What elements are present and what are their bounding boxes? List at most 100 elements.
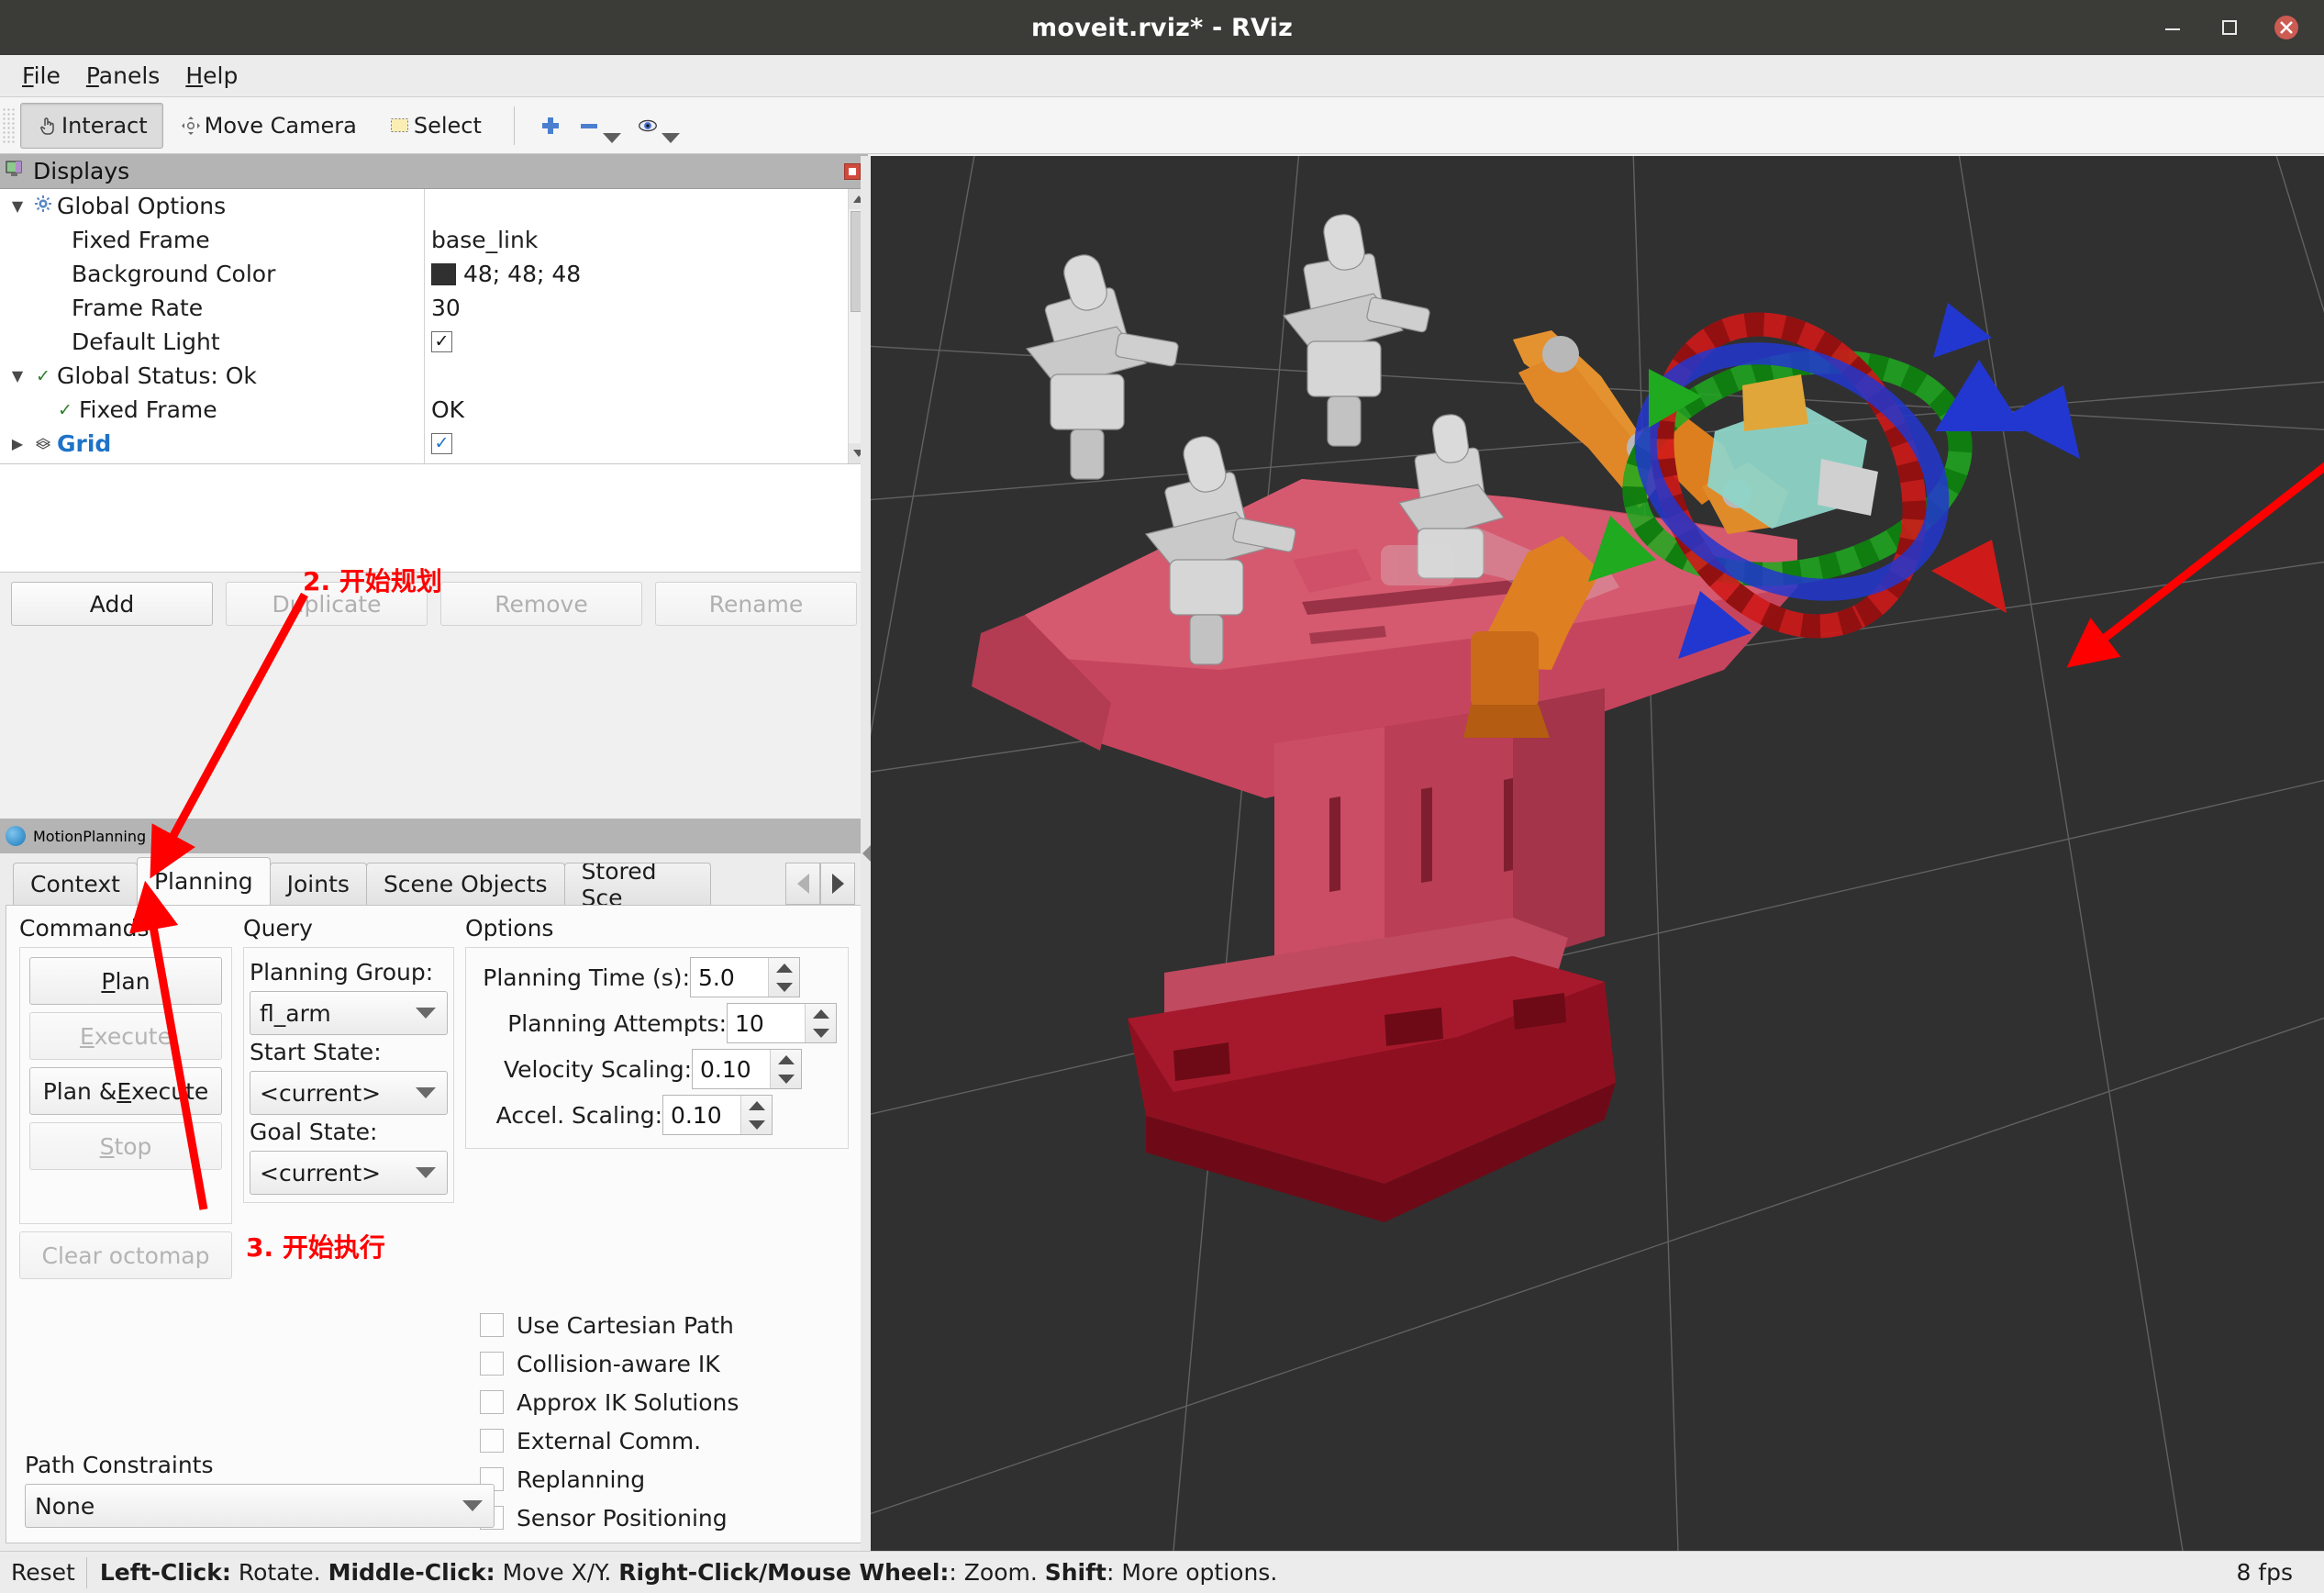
spinner-down-icon-2[interactable] (806, 1023, 836, 1042)
hint-middle-click: Middle-Click: (328, 1559, 495, 1586)
tree-label-grid: Grid (57, 430, 111, 457)
execute-button[interactable]: Execute (29, 1012, 222, 1060)
reset-button[interactable]: Reset (0, 1559, 86, 1586)
execute-button-rest: xecute (95, 1023, 172, 1050)
checkbox-label-replanning: Replanning (517, 1466, 645, 1493)
options-checkboxes: Use Cartesian Path Collision-aware IK Ap… (480, 1306, 739, 1537)
tab-stored-scenes[interactable]: Stored Sce (564, 863, 711, 905)
add-button[interactable]: Add (11, 582, 213, 626)
tab-scene-objects[interactable]: Scene Objects (366, 863, 565, 905)
checkbox-box-collision[interactable] (480, 1352, 504, 1376)
spinner-down-icon-3[interactable] (771, 1069, 801, 1088)
tab-planning[interactable]: Planning (137, 857, 271, 905)
tab-context[interactable]: Context (13, 863, 138, 905)
checkbox-box-cartesian[interactable] (480, 1313, 504, 1337)
tree-row-global-options[interactable]: ▼ Global Options (0, 189, 848, 223)
stop-button[interactable]: Stop (29, 1122, 222, 1170)
hint-rotate: Rotate. (231, 1559, 328, 1586)
tree-value-background-color[interactable]: 48; 48; 48 (431, 261, 581, 287)
accel-scaling-spinner[interactable]: 0.10 (662, 1095, 773, 1135)
tree-row-fixed-frame[interactable]: Fixed Frame base_link (0, 223, 848, 257)
displays-tree[interactable]: ▼ Global Options Fixed Frame base_link B… (0, 189, 868, 464)
chevron-down-icon-2[interactable] (662, 133, 680, 143)
scroll-right-arrow[interactable] (820, 863, 855, 905)
chevron-down-icon[interactable] (603, 133, 621, 143)
planning-attempts-spinner[interactable]: 10 (727, 1003, 837, 1043)
spinner-down-icon-1[interactable] (769, 977, 799, 997)
default-light-checkbox[interactable]: ✓ (431, 331, 452, 352)
checkbox-sensor-positioning[interactable]: Sensor Positioning (480, 1498, 739, 1537)
tree-value-fixed-frame[interactable]: base_link (431, 227, 538, 253)
spinner-up-icon-4[interactable] (741, 1096, 772, 1115)
checkbox-external-comm[interactable]: External Comm. (480, 1421, 739, 1460)
planning-tab-page: Commands Plan Execute Plan & Execute Sto… (6, 905, 862, 1543)
tree-value-status-fixed-frame: OK (431, 396, 464, 423)
tree-value-default-light[interactable]: ✓ (431, 331, 452, 352)
tree-row-status-fixed-frame[interactable]: ✓ Fixed Frame OK (0, 393, 848, 427)
spinner-down-icon-4[interactable] (741, 1115, 772, 1134)
planning-time-spinner[interactable]: 5.0 (690, 957, 800, 997)
spinner-up-icon-1[interactable] (769, 958, 799, 977)
move-camera-button[interactable]: Move Camera (163, 103, 373, 149)
path-constraints-combo[interactable]: None (25, 1484, 495, 1528)
plan-button[interactable]: Plan (29, 957, 222, 1005)
grid-icon (29, 434, 57, 454)
twisty-down-icon[interactable]: ▼ (6, 197, 29, 215)
scroll-left-arrow[interactable] (785, 863, 820, 905)
planning-attempts-stepper[interactable] (805, 1004, 836, 1042)
menu-help-rest: elp (203, 62, 238, 89)
start-state-combo[interactable]: <current> (250, 1071, 448, 1115)
displays-panel-close-icon[interactable] (844, 163, 861, 180)
spinner-up-icon-3[interactable] (771, 1050, 801, 1069)
velocity-scaling-label: Velocity Scaling: (472, 1056, 692, 1083)
add-tool-button[interactable] (531, 103, 570, 149)
twisty-right-icon[interactable]: ▶ (6, 435, 29, 452)
color-swatch (431, 263, 456, 285)
tab-joints[interactable]: Joints (270, 863, 367, 905)
planning-columns: Commands Plan Execute Plan & Execute Sto… (6, 906, 862, 1287)
select-label: Select (414, 113, 482, 139)
planning-time-row: Planning Time (s): 5.0 (472, 957, 839, 997)
tree-row-frame-rate[interactable]: Frame Rate 30 (0, 291, 848, 325)
goal-state-combo[interactable]: <current> (250, 1151, 448, 1195)
tree-value-grid[interactable]: ✓ (431, 433, 452, 454)
select-button[interactable]: Select (373, 103, 497, 149)
interact-button[interactable]: Interact (20, 103, 163, 149)
rename-button[interactable]: Rename (655, 582, 857, 626)
tree-row-grid[interactable]: ▶ Grid ✓ (0, 427, 848, 461)
tree-value-frame-rate[interactable]: 30 (431, 295, 461, 321)
menu-panels[interactable]: Panels (73, 59, 172, 93)
menu-file[interactable]: File (9, 59, 73, 93)
hint-shift: Shift (1045, 1559, 1106, 1586)
grid-checkbox[interactable]: ✓ (431, 433, 452, 454)
remove-tool-button[interactable] (570, 103, 628, 149)
maximize-icon[interactable] (2201, 0, 2258, 55)
remove-button[interactable]: Remove (440, 582, 642, 626)
velocity-scaling-stepper[interactable] (770, 1050, 801, 1088)
checkbox-use-cartesian-path[interactable]: Use Cartesian Path (480, 1306, 739, 1344)
checkbox-approx-ik-solutions[interactable]: Approx IK Solutions (480, 1383, 739, 1421)
checkbox-box-external[interactable] (480, 1429, 504, 1453)
viewport-scene (871, 156, 2324, 1551)
menu-help[interactable]: Help (172, 59, 250, 93)
minimize-icon[interactable] (2144, 0, 2201, 55)
toolbar-grip[interactable] (2, 107, 17, 144)
clear-octomap-button[interactable]: Clear octomap (19, 1231, 232, 1279)
checkbox-box-approx[interactable] (480, 1390, 504, 1414)
close-icon[interactable] (2258, 0, 2315, 55)
twisty-down-icon-2[interactable]: ▼ (6, 367, 29, 384)
tree-row-default-light[interactable]: Default Light ✓ (0, 325, 848, 359)
tree-row-global-status[interactable]: ▼ ✓ Global Status: Ok (0, 359, 848, 393)
checkbox-collision-aware-ik[interactable]: Collision-aware IK (480, 1344, 739, 1383)
rviz-window: moveit.rviz* - RViz File Panels Help (0, 0, 2324, 1593)
spinner-up-icon-2[interactable] (806, 1004, 836, 1023)
render-viewport-3d[interactable] (871, 156, 2324, 1551)
views-tool-button[interactable] (628, 103, 687, 149)
accel-scaling-stepper[interactable] (740, 1096, 772, 1134)
planning-group-combo[interactable]: fl_arm (250, 991, 448, 1035)
plan-and-execute-button[interactable]: Plan & Execute (29, 1067, 222, 1115)
tree-row-background-color[interactable]: Background Color 48; 48; 48 (0, 257, 848, 291)
velocity-scaling-spinner[interactable]: 0.10 (692, 1049, 802, 1089)
checkbox-replanning[interactable]: Replanning (480, 1460, 739, 1498)
planning-time-stepper[interactable] (768, 958, 799, 997)
